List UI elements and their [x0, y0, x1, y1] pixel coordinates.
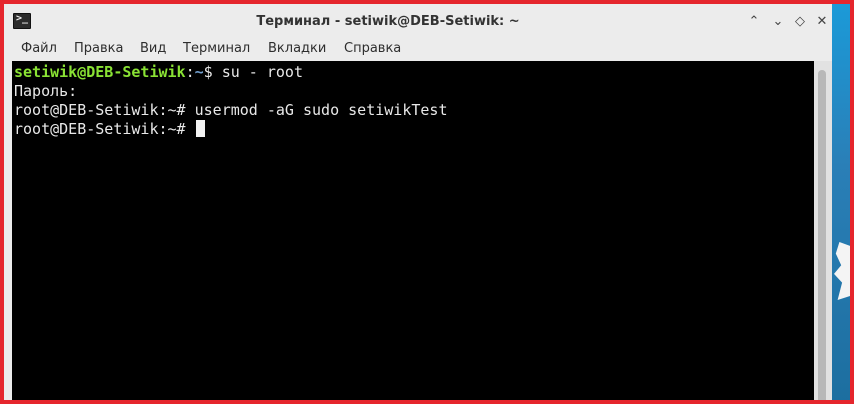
menu-terminal[interactable]: Терминал	[183, 41, 250, 56]
scrollbar-thumb[interactable]	[818, 70, 826, 400]
terminal-line: Пароль:	[14, 82, 814, 101]
prompt-separator: :	[185, 63, 195, 81]
root-prompt: root@DEB-Setiwik:~#	[14, 101, 186, 119]
root-prompt: root@DEB-Setiwik:~#	[14, 120, 186, 138]
restore-icon[interactable]: ⌄	[770, 14, 786, 30]
maximize-icon[interactable]: ◇	[792, 14, 808, 30]
window-title: Терминал - setiwik@DEB-Setiwik: ~	[256, 14, 520, 29]
menu-view[interactable]: Вид	[140, 41, 166, 56]
close-icon[interactable]: ✕	[814, 14, 830, 30]
menu-help[interactable]: Справка	[344, 41, 401, 56]
terminal-window: >_ Терминал - setiwik@DEB-Setiwik: ~ ⌃ ⌄…	[8, 8, 832, 400]
prompt-path: ~	[194, 63, 204, 81]
terminal-output[interactable]: setiwik@DEB-Setiwik:~$ su - root Пароль: r…	[12, 61, 814, 400]
prompt-char: $	[203, 63, 213, 81]
menu-edit[interactable]: Правка	[74, 41, 123, 56]
command-text: su - root	[212, 63, 303, 81]
title-bar[interactable]: >_ Терминал - setiwik@DEB-Setiwik: ~ ⌃ ⌄…	[8, 8, 832, 37]
command-text	[186, 120, 195, 138]
minimize-icon[interactable]: ⌃	[746, 14, 762, 30]
text-cursor	[195, 120, 205, 137]
terminal-line: root@DEB-Setiwik:~# usermod -aG sudo set…	[14, 101, 814, 120]
output-text: Пароль:	[14, 82, 78, 100]
menu-file[interactable]: Файл	[21, 41, 57, 56]
terminal-line: root@DEB-Setiwik:~#	[14, 120, 814, 139]
desktop-background	[832, 4, 850, 400]
menu-bar: Файл Правка Вид Терминал Вкладки Справка	[8, 37, 832, 61]
terminal-line: setiwik@DEB-Setiwik:~$ su - root	[14, 63, 814, 82]
menu-tabs[interactable]: Вкладки	[268, 41, 326, 56]
command-text: usermod -aG sudo setiwikTest	[185, 101, 448, 119]
screenshot-frame: >_ Терминал - setiwik@DEB-Setiwik: ~ ⌃ ⌄…	[0, 0, 854, 404]
user-host-prompt: setiwik@DEB-Setiwik	[14, 63, 186, 81]
